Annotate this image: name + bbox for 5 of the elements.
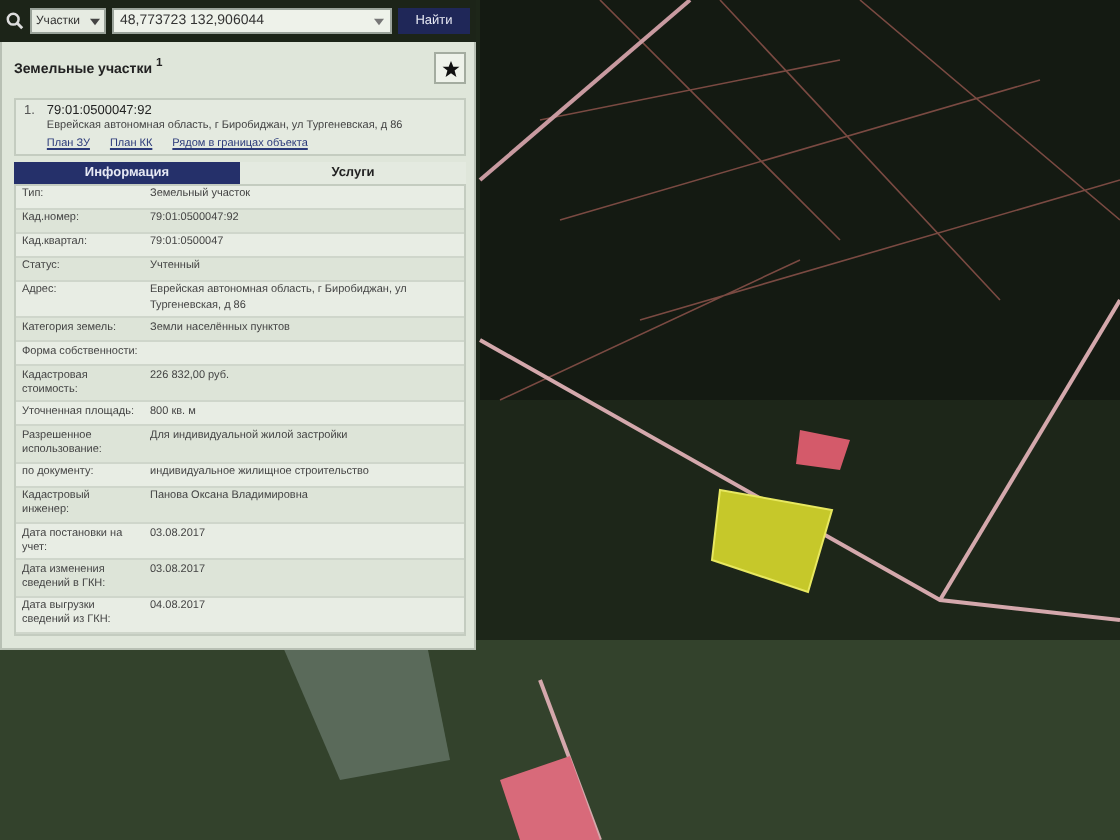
star-icon bbox=[441, 59, 459, 77]
caret-icon bbox=[374, 17, 384, 25]
caret-icon bbox=[90, 17, 100, 25]
favorite-button[interactable] bbox=[434, 52, 466, 84]
search-icon[interactable] bbox=[6, 12, 24, 30]
